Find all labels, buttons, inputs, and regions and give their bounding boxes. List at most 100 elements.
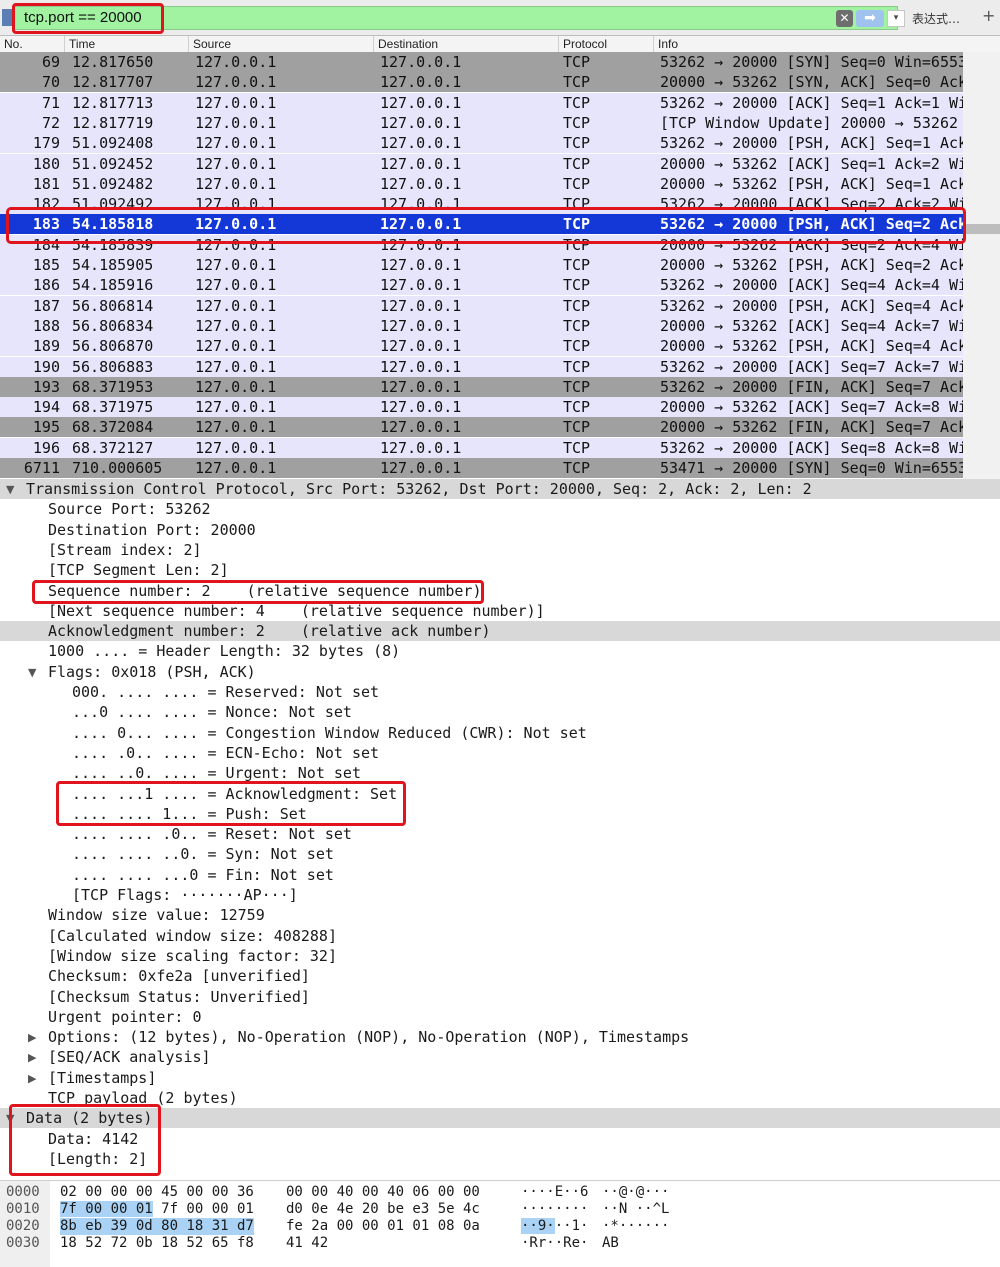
packet-row[interactable]: 194 68.371975 127.0.0.1 127.0.0.1 TCP 20000 →… (0, 397, 1000, 418)
packet-cell-proto: TCP (563, 377, 591, 396)
column-header-no[interactable]: No. (0, 36, 68, 52)
packet-row[interactable]: 195 68.372084 127.0.0.1 127.0.0.1 TCP 20000 →… (0, 417, 1000, 438)
detail-tree-item[interactable]: ▶ [SEQ/ACK analysis] (0, 1047, 1000, 1067)
packet-row[interactable]: 188 56.806834 127.0.0.1 127.0.0.1 TCP 20000 →… (0, 315, 1000, 336)
packet-row[interactable]: 189 56.806870 127.0.0.1 127.0.0.1 TCP 20000 →… (0, 336, 1000, 357)
detail-tree-item[interactable]: .... .... .0.. = Reset: Not set (0, 824, 1000, 844)
packet-cell-proto: TCP (563, 316, 591, 335)
packet-row[interactable]: 186 54.185916 127.0.0.1 127.0.0.1 TCP 53262 →… (0, 275, 1000, 296)
expression-button[interactable]: 表达式… (912, 10, 960, 27)
detail-tree-item[interactable]: [Stream index: 2] (0, 540, 1000, 560)
collapsed-arrow-icon[interactable]: ▶ (28, 1069, 36, 1089)
collapsed-arrow-icon[interactable]: ▶ (28, 1028, 36, 1048)
detail-tree-item[interactable]: .... 0... .... = Congestion Window Reduc… (0, 723, 1000, 743)
packet-cell-no: 70 (41, 73, 60, 92)
detail-tree-item[interactable]: [TCP Flags: ·······AP···] (0, 885, 1000, 905)
detail-tree-label: .... .... .0.. = Reset: Not set (72, 825, 352, 844)
packet-row[interactable]: 181 51.092482 127.0.0.1 127.0.0.1 TCP 20000 →… (0, 173, 1000, 194)
detail-tree-label: Urgent pointer: 0 (48, 1007, 202, 1026)
detail-tree-item[interactable]: Source Port: 53262 (0, 499, 1000, 519)
packet-row[interactable]: 179 51.092408 127.0.0.1 127.0.0.1 TCP 53262 →… (0, 133, 1000, 154)
detail-tree-item[interactable]: [Calculated window size: 408288] (0, 926, 1000, 946)
collapsed-arrow-icon[interactable]: ▶ (28, 1048, 36, 1068)
hex-dump-row[interactable]: 0020 8b eb 39 0d 80 18 31 d7 fe 2a 00 00 0… (0, 1218, 1000, 1235)
packet-cell-time: 68.372084 (72, 418, 154, 437)
detail-tree-item[interactable]: Window size value: 12759 (0, 905, 1000, 925)
packet-cell-src: 127.0.0.1 (195, 337, 277, 356)
packet-cell-time: 68.371953 (72, 377, 154, 396)
hex-dump-row[interactable]: 0000 02 00 00 00 45 00 00 36 00 00 40 00 4… (0, 1184, 1000, 1201)
packet-cell-time: 51.092482 (72, 174, 154, 193)
detail-tree-item[interactable]: Destination Port: 20000 (0, 520, 1000, 540)
packet-list-scroll-thumb[interactable] (965, 224, 1000, 234)
packet-cell-proto: TCP (563, 113, 591, 132)
detail-tree-item[interactable]: [Window size scaling factor: 32] (0, 946, 1000, 966)
column-header-destination[interactable]: Destination (373, 36, 563, 52)
detail-tree-item[interactable]: ▼ Flags: 0x018 (PSH, ACK) (0, 662, 1000, 682)
packet-cell-info: 20000 → 53262 [FIN, ACK] Seq=7 Ack= (660, 418, 977, 437)
bookmark-icon[interactable] (2, 9, 12, 26)
packet-row[interactable]: 72 12.817719 127.0.0.1 127.0.0.1 TCP [TCP Win… (0, 112, 1000, 133)
detail-tree-item[interactable]: Checksum: 0xfe2a [unverified] (0, 966, 1000, 986)
detail-tree-label: .... 0... .... = Congestion Window Reduc… (72, 723, 587, 742)
column-header-protocol[interactable]: Protocol (558, 36, 658, 52)
packet-row[interactable]: 71 12.817713 127.0.0.1 127.0.0.1 TCP 53262 → … (0, 92, 1000, 113)
detail-tree-item[interactable]: 000. .... .... = Reserved: Not set (0, 682, 1000, 702)
packet-row[interactable]: 196 68.372127 127.0.0.1 127.0.0.1 TCP 53262 →… (0, 437, 1000, 458)
apply-filter-button[interactable]: ➡ (856, 10, 884, 27)
packet-cell-src: 127.0.0.1 (195, 377, 277, 396)
selected-packet-highlight-box (6, 207, 966, 244)
packet-row[interactable]: 70 12.817707 127.0.0.1 127.0.0.1 TCP 20000 → … (0, 72, 1000, 93)
packet-row[interactable]: 69 12.817650 127.0.0.1 127.0.0.1 TCP 53262 → … (0, 52, 1000, 72)
packet-row[interactable]: 193 68.371953 127.0.0.1 127.0.0.1 TCP 53262 →… (0, 376, 1000, 397)
detail-tree-label: [TCP Segment Len: 2] (48, 561, 229, 580)
packet-row[interactable]: 6711 710.000605 127.0.0.1 127.0.0.1 TCP 53471… (0, 458, 1000, 478)
column-header-info[interactable]: Info (653, 36, 1000, 52)
detail-tree-item[interactable]: .... .... ...0 = Fin: Not set (0, 865, 1000, 885)
detail-tree-label: .... .0.. .... = ECN-Echo: Not set (72, 743, 380, 762)
packet-cell-time: 51.092408 (72, 134, 154, 153)
packet-cell-info: 20000 → 53262 [ACK] Seq=4 Ack=7 Wir (660, 316, 977, 335)
detail-tree-label: Options: (12 bytes), No-Operation (NOP),… (48, 1028, 690, 1047)
selected-hex-bytes: 7f 00 00 01 (60, 1201, 153, 1217)
packet-row[interactable]: 180 51.092452 127.0.0.1 127.0.0.1 TCP 20000 →… (0, 153, 1000, 174)
hex-dump-row[interactable]: 0030 18 52 72 0b 18 52 65 f8 41 42 ·Rr··Re·… (0, 1235, 1000, 1252)
packet-row[interactable]: 187 56.806814 127.0.0.1 127.0.0.1 TCP 53262 →… (0, 295, 1000, 316)
packet-row[interactable]: 185 54.185905 127.0.0.1 127.0.0.1 TCP 20000 →… (0, 255, 1000, 275)
detail-tree-label: .... .... ...0 = Fin: Not set (72, 865, 334, 884)
detail-tree-item[interactable]: ▼ Transmission Control Protocol, Src Port… (0, 479, 1000, 499)
expanded-arrow-icon[interactable]: ▼ (6, 480, 14, 500)
detail-tree-item[interactable]: [TCP Segment Len: 2] (0, 560, 1000, 580)
packet-cell-no: 195 (32, 418, 60, 437)
filter-history-dropdown[interactable]: ▾ (887, 10, 905, 27)
packet-cell-info: 53262 → 20000 [SYN] Seq=0 Win=65535 (660, 53, 977, 71)
clear-filter-button[interactable]: ✕ (836, 10, 853, 27)
detail-tree-item[interactable]: [Checksum Status: Unverified] (0, 987, 1000, 1007)
packet-cell-no: 180 (32, 154, 60, 173)
detail-tree-item[interactable]: ...0 .... .... = Nonce: Not set (0, 702, 1000, 722)
packet-cell-info: 20000 → 53262 [ACK] Seq=7 Ack=8 Wir (660, 398, 977, 417)
packet-cell-no: 179 (32, 134, 60, 153)
detail-tree-item[interactable]: Acknowledgment number: 2 (relative ack n… (0, 621, 1000, 642)
column-header-time[interactable]: Time (64, 36, 193, 52)
packet-list-scrollbar[interactable] (963, 52, 1000, 479)
detail-tree-item[interactable]: Urgent pointer: 0 (0, 1007, 1000, 1027)
add-filter-button[interactable]: + (982, 6, 995, 25)
detail-tree-item[interactable]: .... .0.. .... = ECN-Echo: Not set (0, 743, 1000, 763)
hex-dump-row[interactable]: 0010 7f 00 00 01 7f 00 00 01 d0 0e 4e 20 b… (0, 1201, 1000, 1218)
packet-cell-no: 193 (32, 377, 60, 396)
packet-cell-proto: TCP (563, 337, 591, 356)
data-highlight-box (9, 1104, 161, 1176)
packet-row[interactable]: 190 56.806883 127.0.0.1 127.0.0.1 TCP 53262 →… (0, 356, 1000, 377)
packet-list: 69 12.817650 127.0.0.1 127.0.0.1 TCP 53262 → … (0, 52, 1000, 479)
detail-tree-item[interactable]: .... .... ..0. = Syn: Not set (0, 844, 1000, 864)
detail-tree-item[interactable]: ▶ [Timestamps] (0, 1068, 1000, 1088)
packet-cell-no: 69 (41, 53, 60, 71)
packet-cell-time: 12.817650 (72, 53, 154, 71)
sequence-number-highlight-box (32, 580, 484, 604)
expanded-arrow-icon[interactable]: ▼ (28, 663, 36, 683)
packet-cell-no: 72 (41, 113, 60, 132)
detail-tree-item[interactable]: ▶ Options: (12 bytes), No-Operation (NOP)… (0, 1027, 1000, 1047)
detail-tree-item[interactable]: 1000 .... = Header Length: 32 bytes (8) (0, 641, 1000, 661)
column-header-source[interactable]: Source (188, 36, 378, 52)
